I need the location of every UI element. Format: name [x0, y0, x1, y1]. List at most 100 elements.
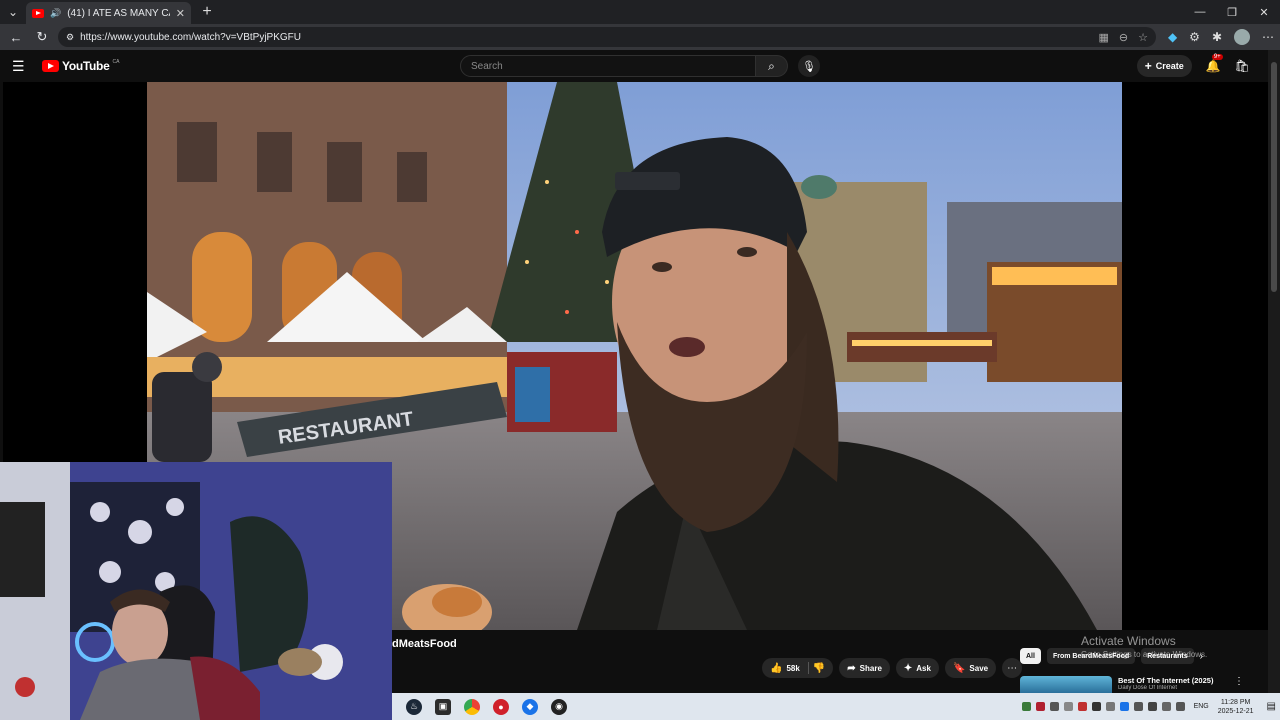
tab-close-icon[interactable]: ✕ — [176, 7, 185, 20]
app-red-icon[interactable]: ● — [493, 698, 509, 715]
youtube-logo-icon — [42, 60, 59, 72]
create-button[interactable]: + Create — [1136, 55, 1192, 77]
notification-badge: 9+ — [1211, 54, 1223, 60]
extension-icon[interactable]: ◆ — [1168, 30, 1177, 44]
recommended-channel: Daily Dose Of Internet — [1118, 685, 1178, 691]
clock-date: 2025-12-21 — [1217, 707, 1254, 715]
watermark-subtitle: Go to Settings to activate Windows. — [1081, 650, 1208, 659]
save-label: Save — [969, 663, 989, 673]
ask-label: Ask — [916, 663, 931, 673]
tab-list-chevron-icon[interactable]: ⌄ — [0, 0, 26, 24]
webcam-scene — [0, 462, 392, 720]
browser-tab[interactable]: 🔊 (41) I ATE AS MANY CALORI ✕ — [26, 2, 191, 24]
tray-icon-10[interactable] — [1147, 702, 1157, 711]
shopping-bag-icon[interactable]: 🛍 — [1235, 59, 1250, 73]
app-blue-icon[interactable]: ◆ — [522, 698, 538, 715]
country-code: CA — [112, 59, 120, 65]
tray-icon-8[interactable] — [1119, 702, 1129, 711]
thumbs-up-icon: 👍 — [770, 662, 783, 674]
search-button[interactable]: ⌕ — [756, 55, 788, 77]
reload-button[interactable]: ↻ — [32, 29, 52, 45]
recommended-more-icon[interactable]: ⋮ — [1234, 676, 1244, 687]
browser-toolbar: ← ↻ ⚙ https://www.youtube.com/watch?v=VB… — [0, 24, 1280, 50]
clock-time: 11:28 PM — [1220, 698, 1251, 706]
zoom-icon[interactable]: ⊖ — [1119, 31, 1128, 44]
share-label: Share — [859, 663, 882, 673]
tray-nvidia-icon[interactable] — [1021, 702, 1031, 711]
create-label: Create — [1155, 61, 1184, 71]
voice-search-button[interactable]: 🎙 — [798, 55, 820, 77]
header-actions: + Create 🔔 9+ 🛍 — [1136, 54, 1250, 77]
tray-icon-6[interactable] — [1091, 702, 1101, 711]
recommended-thumbnail[interactable] — [1020, 676, 1112, 693]
close-window-icon[interactable]: ✕ — [1248, 6, 1280, 19]
taskbar-clock[interactable]: 11:28 PM 2025-12-21 — [1218, 698, 1254, 716]
restore-icon[interactable]: ❐ — [1216, 6, 1248, 19]
taskbar-apps: ♨ ▣ ● ◆ ◉ — [392, 698, 567, 715]
share-arrow-icon: ➦ — [847, 662, 856, 674]
youtube-logo-text: YouTube — [62, 59, 110, 73]
youtube-favicon-icon — [32, 8, 44, 18]
site-info-icon[interactable]: ⚙ — [66, 32, 74, 43]
new-tab-button[interactable]: + — [195, 3, 219, 21]
profile-avatar[interactable] — [1234, 29, 1250, 45]
volume-icon[interactable] — [1175, 702, 1185, 711]
youtube-logo[interactable]: YouTube CA — [42, 59, 119, 73]
channel-name[interactable]: dMeatsFood — [392, 638, 457, 650]
recommended-title[interactable]: Best Of The Internet (2025) — [1118, 676, 1213, 685]
bookmark-icon: 🔖 — [952, 662, 966, 674]
search-icon: ⌕ — [768, 58, 775, 73]
back-button[interactable]: ← — [6, 30, 26, 45]
address-bar[interactable]: ⚙ https://www.youtube.com/watch?v=VBtPyj… — [58, 27, 1156, 47]
extensions-puzzle-icon[interactable]: ⚙ — [1189, 30, 1200, 44]
reader-mode-icon[interactable]: ▦ — [1098, 31, 1108, 44]
video-actions: 👍 58k 👎 ➦ Share ✦ Ask 🔖 Save ⋯ — [762, 658, 1023, 678]
more-horizontal-icon: ⋯ — [1007, 662, 1018, 674]
tray-app-icon[interactable] — [1035, 702, 1045, 711]
chip-all[interactable]: All — [1020, 648, 1041, 664]
tray-icon-4[interactable] — [1063, 702, 1073, 711]
notifications-button[interactable]: 🔔 9+ — [1205, 54, 1223, 73]
sparkle-icon: ✦ — [903, 662, 913, 674]
notification-center-icon[interactable]: ▤ — [1267, 701, 1276, 712]
youtube-header: ☰ YouTube CA ⌕ 🎙 + Create 🔔 9+ 🛍 — [0, 50, 1268, 82]
tray-icon-3[interactable] — [1049, 702, 1059, 711]
speaker-icon[interactable]: 🔊 — [50, 8, 61, 19]
system-tray: ENG 11:28 PM 2025-12-21 ▤ — [1021, 698, 1280, 716]
recommended-video[interactable]: Best Of The Internet (2025) Daily Dose O… — [1020, 676, 1213, 693]
streamer-webcam — [0, 462, 392, 720]
like-count: 58k — [786, 663, 800, 673]
file-explorer-icon[interactable]: ▣ — [435, 698, 451, 715]
thumbs-down-icon[interactable]: 👎 — [813, 663, 825, 674]
url-text: https://www.youtube.com/watch?v=VBtPyjPK… — [80, 31, 302, 43]
minimize-icon[interactable]: — — [1184, 6, 1216, 19]
chrome-icon[interactable] — [464, 698, 480, 715]
like-button[interactable]: 👍 58k 👎 — [762, 658, 834, 678]
microphone-icon: 🎙 — [802, 60, 816, 73]
save-button[interactable]: 🔖 Save — [944, 658, 997, 678]
obs-icon[interactable]: ◉ — [551, 698, 567, 715]
tray-icon-5[interactable] — [1077, 702, 1087, 711]
settings-icon[interactable]: ✱ — [1212, 30, 1222, 44]
window-controls: — ❐ ✕ — [1184, 6, 1280, 19]
scrollbar-thumb[interactable] — [1271, 62, 1277, 292]
share-button[interactable]: ➦ Share — [839, 658, 890, 678]
page-scrollbar[interactable] — [1268, 50, 1280, 693]
tab-title: (41) I ATE AS MANY CALORI — [67, 7, 170, 19]
browser-tab-bar: ⌄ 🔊 (41) I ATE AS MANY CALORI ✕ + — ❐ ✕ — [0, 0, 1280, 24]
windows-taskbar: ♨ ▣ ● ◆ ◉ ENG 11:28 PM 2025-12-21 ▤ — [392, 693, 1280, 720]
search-input[interactable] — [460, 55, 756, 77]
menu-hamburger-icon[interactable]: ☰ — [12, 58, 34, 75]
bell-icon: 🔔 — [1205, 59, 1221, 73]
plus-icon: + — [1144, 59, 1152, 73]
browser-menu-icon[interactable]: ⋯ — [1262, 30, 1274, 44]
watermark-title: Activate Windows — [1081, 634, 1176, 648]
bookmark-star-icon[interactable]: ☆ — [1138, 31, 1148, 44]
network-icon[interactable] — [1161, 702, 1171, 711]
tray-icon-9[interactable] — [1133, 702, 1143, 711]
tray-icon-7[interactable] — [1105, 702, 1115, 711]
ask-button[interactable]: ✦ Ask — [895, 658, 939, 678]
input-language[interactable]: ENG — [1194, 703, 1209, 710]
like-divider — [807, 662, 809, 674]
steam-icon[interactable]: ♨ — [406, 698, 422, 715]
